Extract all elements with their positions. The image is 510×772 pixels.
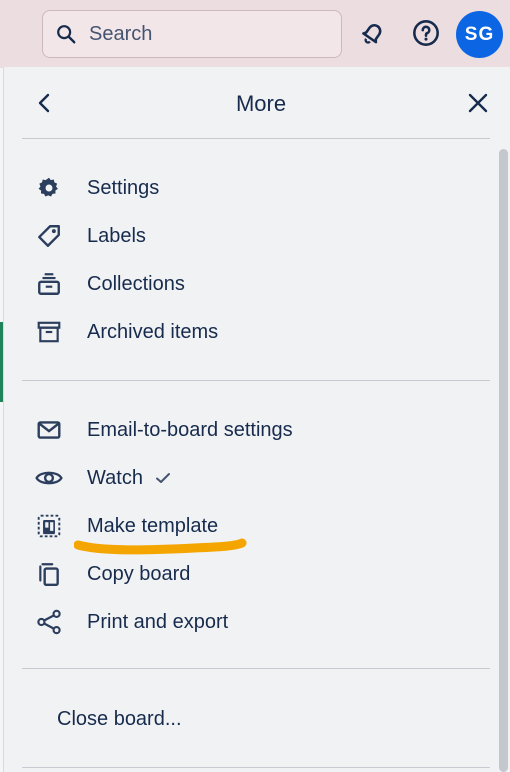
eye-icon — [34, 463, 64, 493]
bell-icon — [362, 23, 382, 44]
search-box[interactable]: Search — [42, 10, 342, 58]
close-button[interactable] — [464, 89, 492, 117]
help-button[interactable] — [409, 16, 443, 50]
menu-item-collections[interactable]: Collections — [34, 262, 474, 306]
menu-item-labels[interactable]: Labels — [34, 214, 474, 258]
gear-icon — [34, 173, 64, 203]
collections-icon — [34, 269, 64, 299]
envelope-icon — [34, 415, 64, 445]
menu-item-close-board[interactable]: Close board... — [34, 697, 474, 741]
divider — [22, 380, 490, 381]
more-panel: More Settings Labels Collections Archive… — [3, 67, 510, 772]
menu-item-label: Labels — [87, 224, 146, 247]
menu-item-label: Collections — [87, 272, 185, 295]
notifications-button[interactable] — [356, 16, 390, 50]
template-icon — [34, 511, 64, 541]
divider — [22, 767, 490, 768]
menu-item-copy-board[interactable]: Copy board — [34, 552, 474, 596]
menu-item-label: Settings — [87, 176, 160, 199]
avatar[interactable]: SG — [456, 11, 503, 58]
menu-item-watch[interactable]: Watch — [34, 456, 474, 500]
copy-icon — [34, 559, 64, 589]
top-bar: Search SG — [0, 0, 510, 68]
archive-icon — [34, 317, 64, 347]
menu-item-label: Watch — [87, 466, 143, 489]
menu-item-label: Close board... — [57, 707, 182, 730]
menu-item-email-to-board-settings[interactable]: Email-to-board settings — [34, 408, 474, 452]
search-placeholder: Search — [89, 22, 153, 45]
divider — [22, 668, 490, 669]
tag-icon — [34, 221, 64, 251]
panel-title: More — [235, 91, 287, 116]
menu-item-print-and-export[interactable]: Print and export — [34, 600, 474, 644]
menu-item-label: Archived items — [87, 320, 219, 343]
menu-item-label: Email-to-board settings — [87, 418, 293, 441]
menu-item-archived-items[interactable]: Archived items — [34, 310, 474, 354]
menu-item-settings[interactable]: Settings — [34, 166, 474, 210]
scrollbar[interactable] — [499, 149, 508, 772]
share-icon — [34, 607, 64, 637]
menu-item-label: Copy board — [87, 562, 191, 585]
panel-header: More — [4, 67, 510, 139]
divider — [22, 138, 490, 139]
close-icon — [468, 93, 488, 113]
search-icon — [57, 25, 76, 44]
help-icon — [413, 20, 439, 46]
menu-item-label: Print and export — [87, 610, 229, 633]
checkmark-icon — [155, 471, 171, 485]
